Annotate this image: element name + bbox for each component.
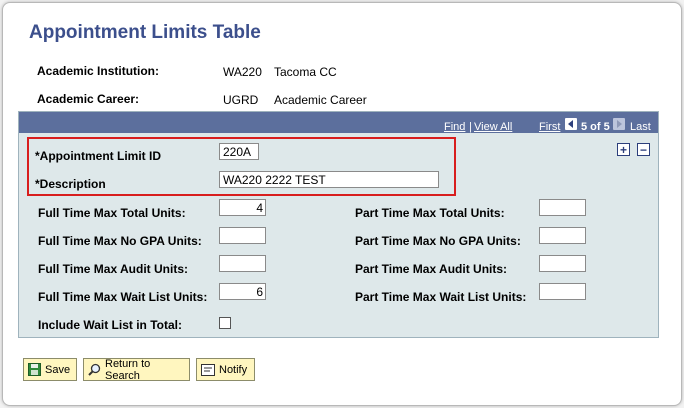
pt-wait-label: Part Time Max Wait List Units: [355,290,527,304]
notify-note-icon [201,363,215,376]
notify-button[interactable]: Notify [196,358,255,381]
institution-name: Tacoma CC [274,65,337,79]
limit-id-label: *Appointment Limit ID [35,149,161,163]
pt-total-label: Part Time Max Total Units: [355,206,505,220]
plus-icon[interactable]: + [617,143,630,156]
magnifier-icon [88,363,101,376]
ft-audit-input[interactable] [219,255,266,272]
career-label: Academic Career: [37,92,140,106]
find-link[interactable]: Find [444,121,465,133]
include-wait-checkbox[interactable] [219,317,231,329]
ft-nogpa-input[interactable] [219,227,266,244]
nav-separator: | [469,121,472,133]
description-input[interactable]: WA220 2222 TEST [219,171,439,188]
ft-total-input[interactable]: 4 [219,199,266,216]
return-to-search-button[interactable]: Return to Search [83,357,190,382]
arrow-left-icon[interactable] [565,118,577,130]
view-all-link[interactable]: View All [474,121,512,133]
description-label: *Description [35,177,106,191]
nav-bar: Find | View All First 5 of 5 Last [19,112,658,133]
ft-audit-label: Full Time Max Audit Units: [38,262,189,276]
save-button[interactable]: Save [23,358,77,381]
pt-nogpa-label: Part Time Max No GPA Units: [355,234,521,248]
institution-label: Academic Institution: [37,64,160,78]
ft-total-label: Full Time Max Total Units: [38,206,186,220]
institution-code: WA220 [223,65,262,79]
ft-nogpa-label: Full Time Max No GPA Units: [38,234,202,248]
pt-audit-input[interactable] [539,255,586,272]
record-position: 5 of 5 [581,121,610,133]
ft-wait-input[interactable]: 6 [219,283,266,300]
limit-id-input[interactable]: 220A [219,143,259,160]
arrow-right-icon[interactable] [613,118,625,130]
page-title: Appointment Limits Table [29,22,261,43]
notify-label: Notify [219,363,248,376]
career-name: Academic Career [274,93,367,107]
return-label: Return to Search [105,357,151,382]
pt-wait-input[interactable] [539,283,586,300]
minus-icon[interactable]: − [637,143,650,156]
pt-audit-label: Part Time Max Audit Units: [355,262,508,276]
include-wait-label: Include Wait List in Total: [38,318,182,332]
pt-nogpa-input[interactable] [539,227,586,244]
save-disk-icon [28,363,41,376]
ft-wait-label: Full Time Max Wait List Units: [38,290,208,304]
career-code: UGRD [223,93,259,107]
save-label: Save [45,363,71,376]
last-label: Last [630,121,651,133]
first-link[interactable]: First [539,121,560,133]
pt-total-input[interactable] [539,199,586,216]
